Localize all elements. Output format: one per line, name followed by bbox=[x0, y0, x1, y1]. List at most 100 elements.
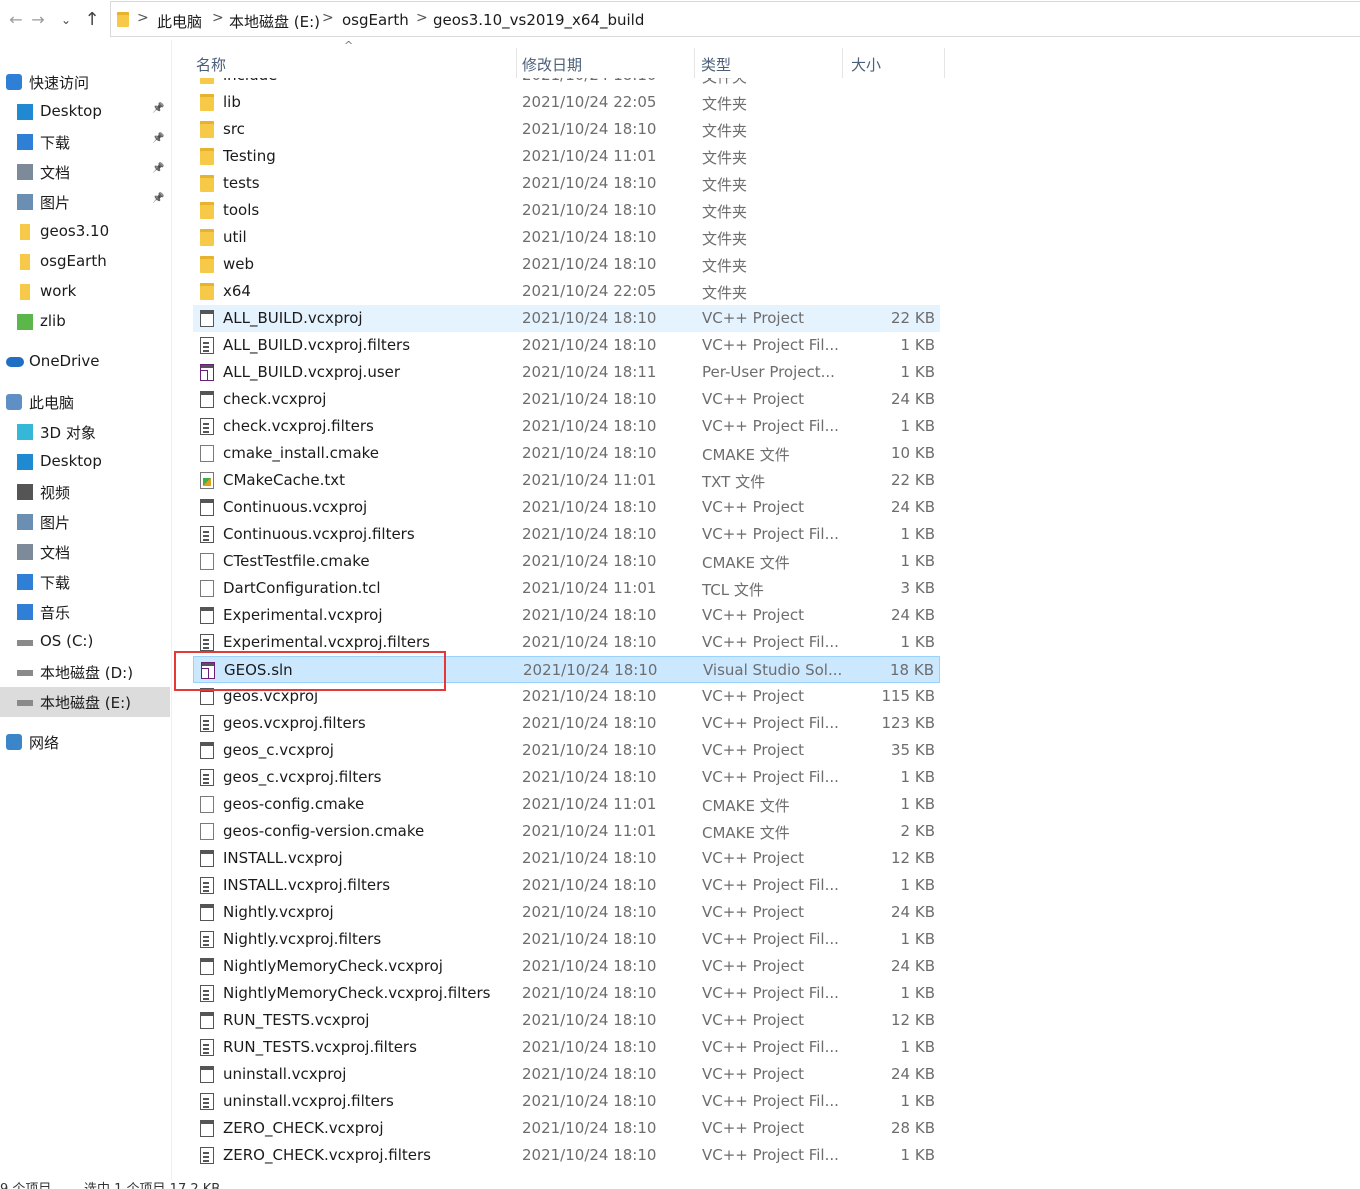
sidebar-item[interactable]: geos3.10 bbox=[0, 217, 170, 247]
file-row[interactable]: Continuous.vcxproj.filters 2021/10/24 18:… bbox=[193, 521, 940, 548]
sidebar-item[interactable]: osgEarth bbox=[0, 247, 170, 277]
file-row[interactable]: RUN_TESTS.vcxproj 2021/10/24 18:10 VC++ Pr… bbox=[193, 1007, 940, 1034]
file-row[interactable]: ZERO_CHECK.vcxproj.filters 2021/10/24 18:… bbox=[193, 1142, 940, 1169]
file-row[interactable]: ALL_BUILD.vcxproj.user 2021/10/24 18:11 Pe… bbox=[193, 359, 940, 386]
column-name[interactable]: 名称 bbox=[196, 54, 226, 75]
column-size[interactable]: 大小 bbox=[851, 54, 881, 75]
file-row[interactable]: CMakeCache.txt 2021/10/24 11:01 TXT 文件 22 K… bbox=[193, 467, 940, 494]
file-size: 1 KB bbox=[900, 1038, 935, 1056]
file-row[interactable]: DartConfiguration.tcl 2021/10/24 11:01 TCL… bbox=[193, 575, 940, 602]
file-row[interactable]: NightlyMemoryCheck.vcxproj 2021/10/24 18:… bbox=[193, 953, 940, 980]
highlight-annotation-box bbox=[174, 651, 446, 691]
sidebar-item[interactable]: 下载 bbox=[0, 567, 170, 597]
breadcrumb-item[interactable]: osgEarth bbox=[342, 11, 409, 29]
up-arrow-icon[interactable]: ↑ bbox=[82, 9, 102, 31]
file-row[interactable]: uninstall.vcxproj.filters 2021/10/24 18:1… bbox=[193, 1088, 940, 1115]
chevron-right-icon[interactable]: > bbox=[137, 10, 149, 26]
file-row[interactable]: tools 2021/10/24 18:10 文件夹 bbox=[193, 197, 940, 224]
chevron-right-icon[interactable]: > bbox=[322, 10, 334, 26]
sidebar-item[interactable]: OneDrive bbox=[0, 347, 170, 377]
pin-icon[interactable]: 📌 bbox=[152, 163, 164, 174]
file-date: 2021/10/24 11:01 bbox=[522, 822, 657, 840]
file-row[interactable]: tests 2021/10/24 18:10 文件夹 bbox=[193, 170, 940, 197]
pin-icon[interactable]: 📌 bbox=[152, 133, 164, 144]
file-row[interactable]: web 2021/10/24 18:10 文件夹 bbox=[193, 251, 940, 278]
file-row[interactable]: INSTALL.vcxproj 2021/10/24 18:10 VC++ Proj… bbox=[193, 845, 940, 872]
sidebar-item[interactable]: 音乐 bbox=[0, 597, 170, 627]
file-row[interactable]: ALL_BUILD.vcxproj 2021/10/24 18:10 VC++ Pr… bbox=[193, 305, 940, 332]
column-date[interactable]: 修改日期 bbox=[522, 54, 582, 75]
file-row[interactable]: Testing 2021/10/24 11:01 文件夹 bbox=[193, 143, 940, 170]
forward-arrow-icon[interactable]: → bbox=[28, 9, 48, 31]
sidebar-item[interactable]: 文档 📌 bbox=[0, 157, 170, 187]
file-row[interactable]: INSTALL.vcxproj.filters 2021/10/24 18:10 V… bbox=[193, 872, 940, 899]
sidebar-item[interactable]: 此电脑 bbox=[0, 387, 170, 417]
pane-divider[interactable] bbox=[171, 40, 172, 1180]
cube-icon bbox=[17, 424, 33, 440]
music-icon bbox=[17, 604, 33, 620]
file-row[interactable]: geos_c.vcxproj 2021/10/24 18:10 VC++ Proje… bbox=[193, 737, 940, 764]
file-row[interactable]: geos_c.vcxproj.filters 2021/10/24 18:10 VC… bbox=[193, 764, 940, 791]
chevron-right-icon[interactable]: > bbox=[416, 10, 428, 26]
folder-icon bbox=[20, 224, 30, 240]
file-row[interactable]: src 2021/10/24 18:10 文件夹 bbox=[193, 116, 940, 143]
sidebar-item[interactable]: 视频 bbox=[0, 477, 170, 507]
file-row[interactable]: Experimental.vcxproj 2021/10/24 18:10 VC++… bbox=[193, 602, 940, 629]
column-separator[interactable] bbox=[516, 48, 517, 78]
breadcrumb-item[interactable]: geos3.10_vs2019_x64_build bbox=[433, 11, 644, 29]
pictures-icon bbox=[17, 514, 33, 530]
column-separator[interactable] bbox=[944, 48, 945, 78]
file-row[interactable]: cmake_install.cmake 2021/10/24 18:10 CMAKE… bbox=[193, 440, 940, 467]
file-name: src bbox=[223, 120, 245, 138]
file-row[interactable]: geos-config.cmake 2021/10/24 11:01 CMAKE 文… bbox=[193, 791, 940, 818]
sidebar-item[interactable]: 下载 📌 bbox=[0, 127, 170, 157]
address-bar: ← → ⌄ ↑ > 此电脑 > 本地磁盘 (E:) > osgEarth > g… bbox=[0, 0, 1360, 40]
column-separator[interactable] bbox=[694, 48, 695, 78]
sidebar-item[interactable]: OS (C:) bbox=[0, 627, 170, 657]
breadcrumb-item[interactable]: 此电脑 bbox=[157, 11, 202, 32]
file-row[interactable]: ZERO_CHECK.vcxproj 2021/10/24 18:10 VC++ P… bbox=[193, 1115, 940, 1142]
file-row[interactable]: lib 2021/10/24 22:05 文件夹 bbox=[193, 89, 940, 116]
file-row[interactable]: CTestTestfile.cmake 2021/10/24 18:10 CMAKE… bbox=[193, 548, 940, 575]
pin-icon[interactable]: 📌 bbox=[152, 103, 164, 114]
file-row[interactable]: check.vcxproj 2021/10/24 18:10 VC++ Projec… bbox=[193, 386, 940, 413]
file-row[interactable]: RUN_TESTS.vcxproj.filters 2021/10/24 18:1… bbox=[193, 1034, 940, 1061]
sidebar-item[interactable]: 网络 bbox=[0, 727, 170, 757]
file-row[interactable]: geos-config-version.cmake 2021/10/24 11:0… bbox=[193, 818, 940, 845]
sidebar-item[interactable]: 3D 对象 bbox=[0, 417, 170, 447]
sidebar-item[interactable]: 本地磁盘 (E:) bbox=[0, 687, 170, 717]
sidebar-item[interactable]: zlib bbox=[0, 307, 170, 337]
breadcrumb-item[interactable]: 本地磁盘 (E:) bbox=[229, 11, 320, 32]
sidebar-item[interactable]: 快速访问 bbox=[0, 67, 170, 97]
breadcrumb[interactable]: > 此电脑 > 本地磁盘 (E:) > osgEarth > geos3.10_… bbox=[110, 1, 1360, 37]
sidebar-item[interactable]: 图片 bbox=[0, 507, 170, 537]
column-separator[interactable] bbox=[842, 48, 843, 78]
column-type[interactable]: 类型 bbox=[701, 54, 731, 75]
sidebar-item[interactable]: 本地磁盘 (D:) bbox=[0, 657, 170, 687]
file-size: 12 KB bbox=[891, 849, 935, 867]
file-row[interactable]: check.vcxproj.filters 2021/10/24 18:10 VC+… bbox=[193, 413, 940, 440]
chevron-down-icon[interactable]: ⌄ bbox=[56, 9, 76, 31]
sidebar-item[interactable]: Desktop 📌 bbox=[0, 97, 170, 127]
file-row[interactable]: geos.vcxproj.filters 2021/10/24 18:10 VC++… bbox=[193, 710, 940, 737]
sidebar-item[interactable]: work bbox=[0, 277, 170, 307]
sidebar-item[interactable]: Desktop bbox=[0, 447, 170, 477]
chevron-right-icon[interactable]: > bbox=[212, 10, 224, 26]
file-row[interactable]: Nightly.vcxproj 2021/10/24 18:10 VC++ Proj… bbox=[193, 899, 940, 926]
file-row[interactable]: Continuous.vcxproj 2021/10/24 18:10 VC++ P… bbox=[193, 494, 940, 521]
pin-icon[interactable]: 📌 bbox=[152, 193, 164, 204]
sidebar-item[interactable]: 图片 📌 bbox=[0, 187, 170, 217]
file-name: CTestTestfile.cmake bbox=[223, 552, 370, 570]
file-date: 2021/10/24 18:10 bbox=[522, 768, 657, 786]
file-row[interactable]: util 2021/10/24 18:10 文件夹 bbox=[193, 224, 940, 251]
file-date: 2021/10/24 18:10 bbox=[522, 444, 657, 462]
file-row[interactable]: ALL_BUILD.vcxproj.filters 2021/10/24 18:1… bbox=[193, 332, 940, 359]
sidebar-item[interactable]: 文档 bbox=[0, 537, 170, 567]
back-arrow-icon[interactable]: ← bbox=[6, 9, 26, 31]
file-name: x64 bbox=[223, 282, 251, 300]
file-row[interactable]: uninstall.vcxproj 2021/10/24 18:10 VC++ Pr… bbox=[193, 1061, 940, 1088]
file-row[interactable]: include 2021/10/24 18:10 文件夹 bbox=[193, 78, 940, 89]
file-row[interactable]: Nightly.vcxproj.filters 2021/10/24 18:10 V… bbox=[193, 926, 940, 953]
file-row[interactable]: x64 2021/10/24 22:05 文件夹 bbox=[193, 278, 940, 305]
file-row[interactable]: NightlyMemoryCheck.vcxproj.filters 2021/1… bbox=[193, 980, 940, 1007]
